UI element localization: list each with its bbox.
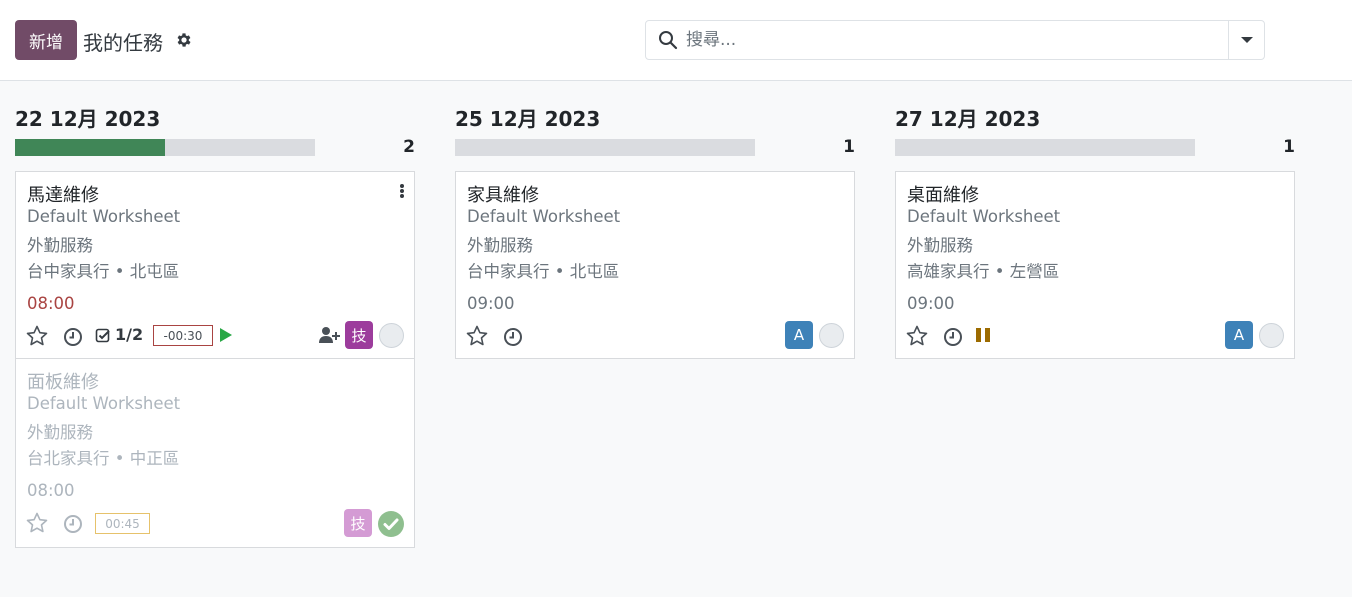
card-title: 家具維修	[467, 185, 539, 206]
card-worksheet: Default Worksheet	[907, 207, 1061, 226]
card-worksheet: Default Worksheet	[27, 394, 181, 413]
kebab-menu-icon[interactable]	[400, 184, 404, 198]
kanban-card[interactable]: 桌面維修 Default Worksheet 外勤服務 高雄家具行 • 左營區 …	[895, 171, 1295, 359]
gear-icon[interactable]	[175, 31, 193, 49]
card-time: 09:00	[467, 294, 515, 313]
card-customer: 台中家具行 • 北屯區	[27, 262, 180, 281]
card-title: 面板維修	[27, 372, 99, 393]
assignee-avatar[interactable]: 技	[345, 321, 373, 349]
column-count: 1	[1283, 137, 1295, 157]
column-progress-bar[interactable]	[895, 139, 1195, 156]
pause-icon[interactable]	[975, 327, 991, 343]
column-progress-bar[interactable]	[455, 139, 755, 156]
kanban-card[interactable]: 馬達維修 Default Worksheet 外勤服務 台中家具行 • 北屯區 …	[15, 171, 415, 359]
search-bar	[645, 20, 1265, 60]
status-circle[interactable]	[379, 323, 404, 348]
search-icon	[659, 31, 678, 50]
card-time: 08:00	[27, 294, 75, 313]
column-title[interactable]: 25 12月 2023	[455, 103, 600, 132]
column-title[interactable]: 27 12月 2023	[895, 103, 1040, 132]
status-circle[interactable]	[819, 323, 844, 348]
subtask-count: 1/2	[115, 325, 144, 344]
column-title[interactable]: 22 12月 2023	[15, 103, 160, 132]
card-title: 桌面維修	[907, 185, 979, 206]
card-worksheet: Default Worksheet	[467, 207, 621, 226]
clock-icon[interactable]	[943, 327, 963, 347]
caret-down-icon	[1240, 37, 1253, 43]
column-count: 2	[403, 137, 415, 157]
clock-icon[interactable]	[503, 327, 523, 347]
avatar-initial: A	[793, 326, 805, 344]
card-time: 08:00	[27, 481, 75, 500]
avatar-initial: 技	[350, 514, 366, 533]
add-user-icon[interactable]	[319, 326, 341, 344]
avatar-initial: 技	[351, 326, 367, 345]
search-input[interactable]	[686, 26, 1226, 54]
star-icon[interactable]	[25, 324, 49, 348]
play-icon[interactable]	[219, 327, 233, 343]
status-circle[interactable]	[1259, 323, 1284, 348]
timer-display: 00:45	[95, 513, 150, 534]
timer-display: -00:30	[153, 325, 213, 346]
card-project: 外勤服務	[467, 236, 533, 255]
subtask-counter[interactable]: 1/2	[95, 325, 143, 344]
progress-fill	[15, 139, 165, 156]
kanban-card[interactable]: 面板維修 Default Worksheet 外勤服務 台北家具行 • 中正區 …	[15, 359, 415, 548]
card-customer: 台北家具行 • 中正區	[27, 449, 180, 468]
clock-icon[interactable]	[63, 514, 83, 534]
card-project: 外勤服務	[907, 236, 973, 255]
card-customer: 台中家具行 • 北屯區	[467, 262, 620, 281]
control-panel: 新增 我的任務	[0, 0, 1352, 81]
card-project: 外勤服務	[27, 236, 93, 255]
kanban-card[interactable]: 家具維修 Default Worksheet 外勤服務 台中家具行 • 北屯區 …	[455, 171, 855, 359]
checkbox-icon	[95, 328, 110, 342]
check-icon	[383, 518, 399, 530]
card-time: 09:00	[907, 294, 955, 313]
star-icon[interactable]	[465, 324, 489, 348]
card-customer: 高雄家具行 • 左營區	[907, 262, 1060, 281]
column-count: 1	[843, 137, 855, 157]
search-options-toggle[interactable]	[1228, 21, 1264, 59]
column-progress-bar[interactable]	[15, 139, 315, 156]
star-icon[interactable]	[905, 324, 929, 348]
avatar-initial: A	[1233, 326, 1245, 344]
new-button[interactable]: 新增	[15, 20, 77, 60]
done-check-icon[interactable]	[378, 511, 404, 537]
card-title: 馬達維修	[27, 185, 99, 206]
assignee-avatar[interactable]: 技	[344, 509, 372, 537]
assignee-avatar[interactable]: A	[1225, 321, 1253, 349]
assignee-avatar[interactable]: A	[785, 321, 813, 349]
breadcrumb: 我的任務	[83, 31, 163, 55]
clock-icon[interactable]	[63, 327, 83, 347]
card-project: 外勤服務	[27, 423, 93, 442]
card-worksheet: Default Worksheet	[27, 207, 181, 226]
star-icon[interactable]	[25, 511, 49, 535]
